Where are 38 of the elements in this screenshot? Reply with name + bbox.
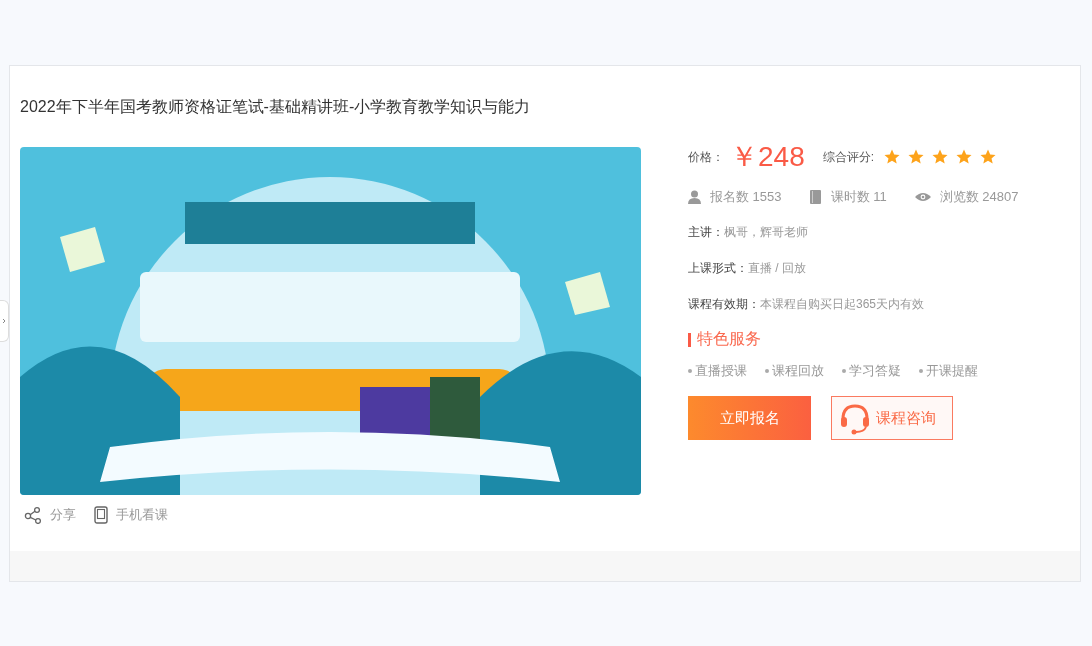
enroll-button[interactable]: 立即报名: [688, 396, 811, 440]
info-label: 上课形式：: [688, 261, 748, 275]
stat-text: 课时数 11: [830, 188, 887, 206]
bullet-icon: [765, 369, 769, 373]
section-heading: 特色服务: [697, 329, 761, 349]
bullet-icon: [842, 369, 846, 373]
service-item: 开课提醒: [926, 362, 978, 380]
star-icon: [932, 149, 949, 165]
info-value: 本课程自购买日起365天内有效: [760, 297, 925, 311]
service-item: 学习答疑: [849, 362, 901, 380]
user-icon: [688, 190, 701, 204]
info-value: 直播 / 回放: [748, 261, 806, 275]
info-value: 枫哥，辉哥老师: [724, 225, 808, 239]
book-icon: [809, 190, 822, 204]
stat-text: 浏览数 24807: [939, 188, 1019, 206]
star-icon: [908, 149, 925, 165]
accent-bar: [688, 332, 691, 347]
share-icon: [24, 506, 42, 524]
phone-icon: [94, 506, 108, 524]
star-icon: [956, 149, 973, 165]
info-label: 主讲：: [688, 225, 724, 239]
consult-button[interactable]: 课程咨询: [831, 396, 953, 440]
star-icon: [980, 149, 997, 165]
chevron-icon: [2, 318, 6, 324]
info-label: 课程有效期：: [688, 297, 760, 311]
price-value: ￥248: [730, 147, 805, 167]
eye-icon: [914, 192, 931, 202]
mobile-view-link[interactable]: 手机看课: [116, 506, 168, 524]
bullet-icon: [919, 369, 923, 373]
bullet-icon: [688, 369, 692, 373]
share-link[interactable]: 分享: [50, 506, 76, 524]
course-title: 2022年下半年国考教师资格证笔试-基础精讲班-小学教育教学知识与能力: [19, 97, 532, 117]
price-label: 价格：: [688, 148, 724, 166]
rating-label: 综合评分:: [822, 148, 875, 166]
service-item: 直播授课: [695, 362, 747, 380]
stat-text: 报名数 1553: [710, 188, 782, 206]
star-icon: [884, 149, 901, 165]
service-item: 课程回放: [772, 362, 824, 380]
